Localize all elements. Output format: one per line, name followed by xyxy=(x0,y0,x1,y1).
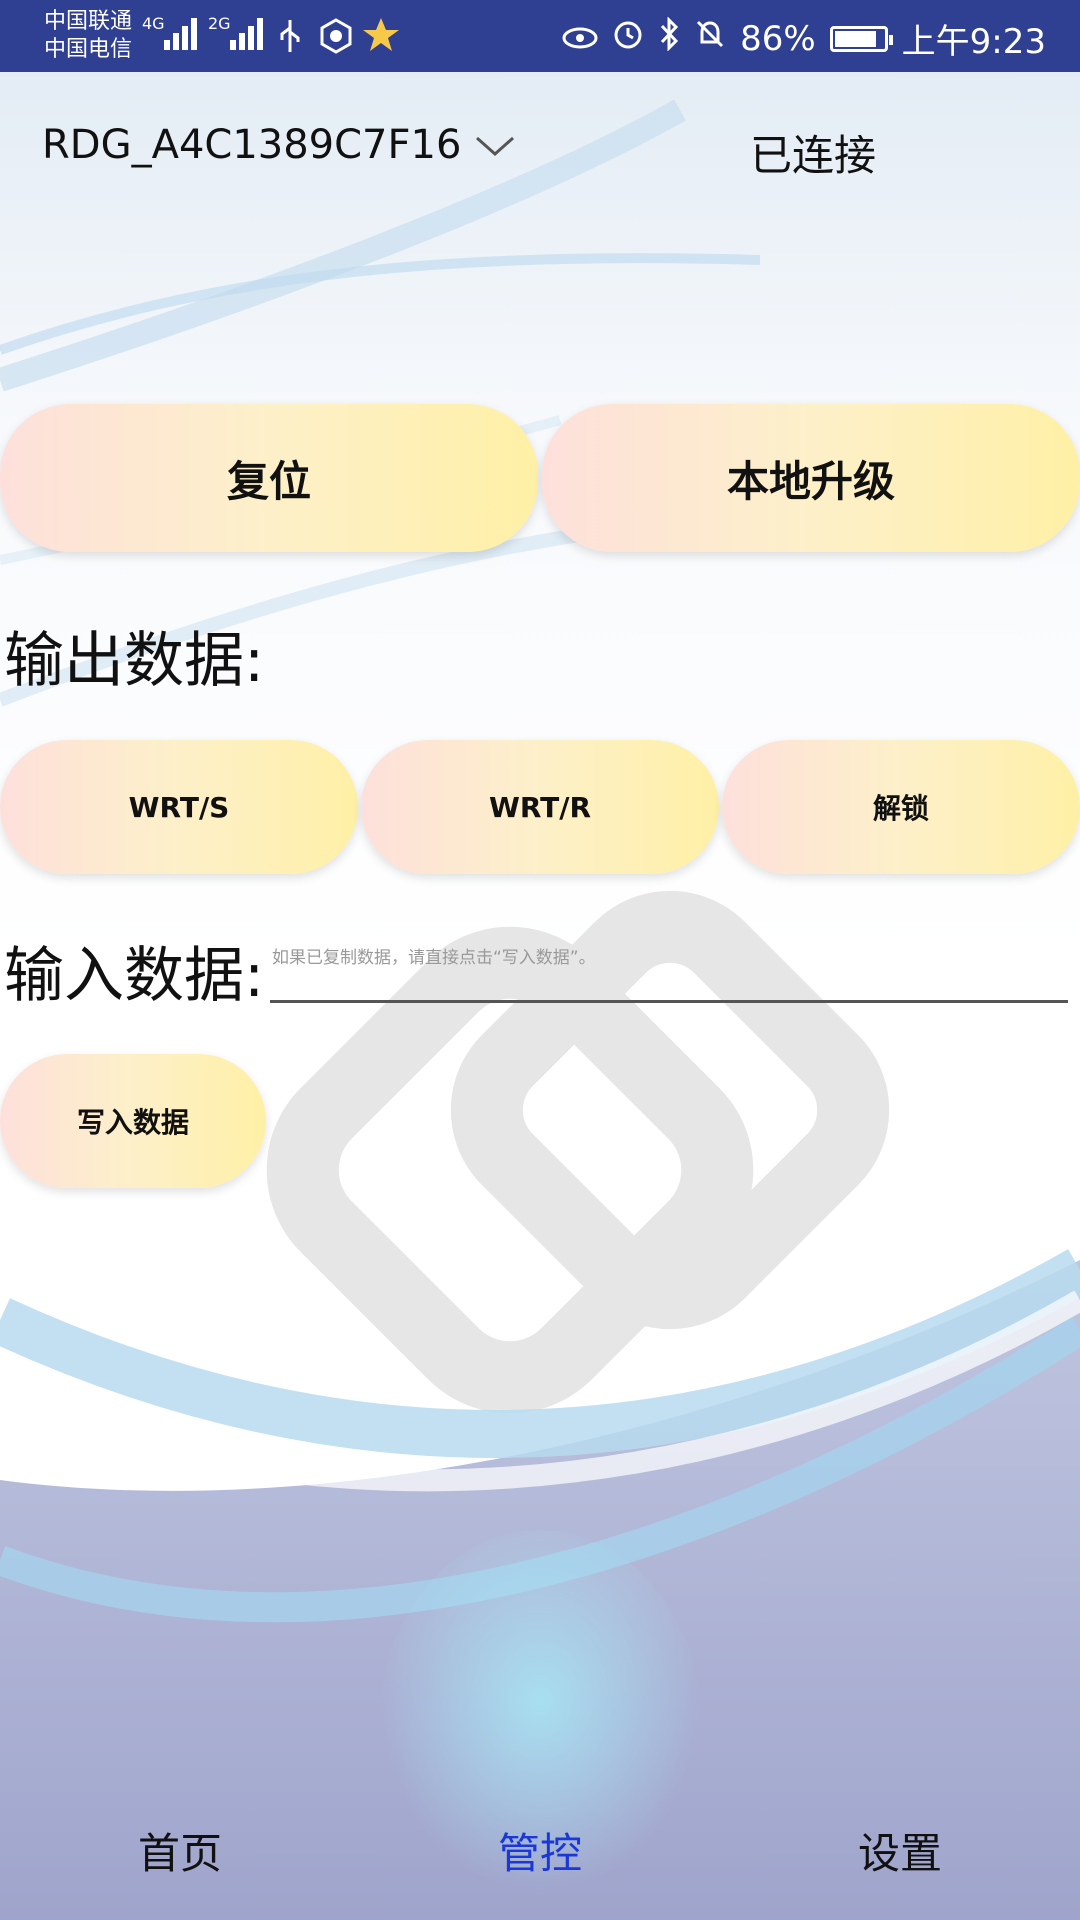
input-data-field-wrapper xyxy=(270,942,1072,1003)
clock: 上午9:23 xyxy=(901,22,1046,62)
device-name: RDG_A4C1389C7F16 xyxy=(42,122,462,168)
input-data-label: 输入数据: xyxy=(4,941,265,1011)
hand-icon xyxy=(318,18,354,58)
wrt-r-button[interactable]: WRT/R xyxy=(361,740,719,874)
bottom-nav: 首页 管控 设置 xyxy=(0,1780,1080,1920)
output-data-label: 输出数据: xyxy=(4,626,265,696)
bluetooth-icon xyxy=(658,16,680,60)
nav-control[interactable]: 管控 xyxy=(360,1780,720,1920)
battery-percent: 86% xyxy=(740,18,816,59)
carrier-info: 中国联通 中国电信 xyxy=(44,8,132,64)
carrier-1: 中国联通 xyxy=(44,9,133,34)
battery-icon xyxy=(829,25,893,52)
local-upgrade-button[interactable]: 本地升级 xyxy=(542,404,1080,552)
status-right: 86% 上午9:23 xyxy=(562,14,1046,63)
mute-icon xyxy=(694,18,726,59)
star-badge-icon xyxy=(362,16,400,58)
chevron-down-icon xyxy=(475,122,515,168)
usb-icon xyxy=(276,18,304,58)
carrier-2: 中国电信 xyxy=(44,37,133,62)
reset-button[interactable]: 复位 xyxy=(0,404,538,552)
unlock-button[interactable]: 解锁 xyxy=(722,740,1080,874)
write-data-button[interactable]: 写入数据 xyxy=(0,1054,266,1188)
main-content: RDG_A4C1389C7F16 已连接 复位 本地升级 输出数据: WRT/S… xyxy=(0,72,1080,1920)
connection-status: 已连接 xyxy=(750,131,877,180)
device-selector[interactable]: RDG_A4C1389C7F16 xyxy=(42,122,515,168)
nav-home[interactable]: 首页 xyxy=(0,1780,360,1920)
input-data-field[interactable] xyxy=(270,942,1072,974)
nav-settings[interactable]: 设置 xyxy=(720,1780,1080,1920)
status-bar: 中国联通 中国电信 4G 2G 86% 上午9:23 xyxy=(0,0,1080,72)
alarm-icon xyxy=(612,18,644,59)
wrt-s-button[interactable]: WRT/S xyxy=(0,740,358,874)
eye-icon xyxy=(562,19,598,59)
